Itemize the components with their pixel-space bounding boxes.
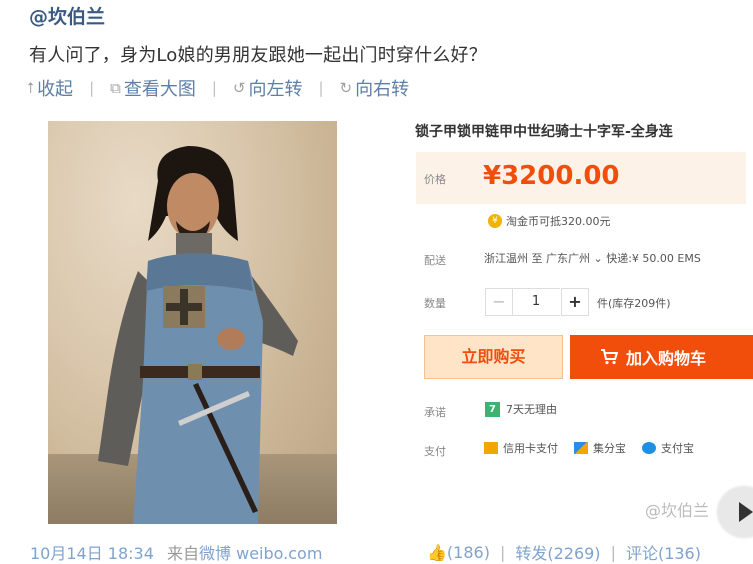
credit-card-icon <box>484 442 498 454</box>
seven-day-icon: 7 <box>485 401 500 417</box>
payment-alipay-label: 支付宝 <box>661 442 694 455</box>
payment-alipay[interactable]: 支付宝 <box>642 440 694 456</box>
coin-text: 淘金币可抵320.00元 <box>506 215 611 228</box>
post-source-link[interactable]: 微博 weibo.com <box>199 544 322 563</box>
image-actions-bar: ⭡ 收起 | ⧉ 查看大图 | ↺ 向左转 | ↻ 向右转 <box>27 75 409 101</box>
separator: | <box>610 542 616 562</box>
knight-figure-illustration <box>98 146 298 524</box>
price-label: 价格 <box>424 173 446 186</box>
payment-methods: 信用卡支付 集分宝 支付宝 <box>484 440 710 456</box>
cart-icon <box>601 349 618 365</box>
post-username[interactable]: @坎伯兰 <box>29 2 105 29</box>
jifenbao-icon <box>574 442 588 454</box>
promise-label: 承诺 <box>424 406 446 419</box>
repost-button[interactable]: 转发(2269) <box>515 540 600 564</box>
return-promise[interactable]: 7 7天无理由 <box>485 401 557 417</box>
rotate-left-button[interactable]: ↺ 向左转 <box>233 75 303 101</box>
post-text: 有人问了，身为Lo娘的男朋友跟她一起出门时穿什么好？ <box>29 45 487 66</box>
source-prefix: 来自 <box>167 544 200 563</box>
price-panel: 价格 ¥3200.00 <box>416 152 746 204</box>
separator: | <box>89 79 95 97</box>
collapse-up-icon: ⭡ <box>27 79 35 97</box>
add-to-cart-label: 加入购物车 <box>626 349 707 368</box>
view-large-label: 查看大图 <box>123 79 196 100</box>
post-meta: 10月14日 18:34 来自微博 weibo.com <box>30 540 322 564</box>
quantity-decrease-button[interactable]: − <box>485 288 513 316</box>
separator: | <box>499 542 506 562</box>
thumbs-up-icon: 👍 <box>427 542 447 562</box>
post-date[interactable]: 10月14日 18:34 <box>30 544 154 563</box>
collapse-label: 收起 <box>37 79 74 100</box>
add-to-cart-button[interactable]: 加入购物车 <box>570 335 753 379</box>
rotate-left-label: 向左转 <box>248 79 303 100</box>
taobao-coin-row: ¥ 淘金币可抵320.00元 <box>488 213 611 229</box>
alipay-icon <box>642 442 656 454</box>
payment-jifenbao-label: 集分宝 <box>593 442 626 455</box>
rotate-right-icon: ↻ <box>339 79 353 97</box>
coin-icon: ¥ <box>488 214 502 228</box>
shipping-label: 配送 <box>424 254 446 267</box>
rotate-left-icon: ↺ <box>232 79 246 97</box>
shipping-info[interactable]: 浙江温州 至 广东广州 ⌄ 快递:¥ 50.00 EMS <box>484 250 701 266</box>
payment-label: 支付 <box>424 445 446 458</box>
quantity-input[interactable]: 1 <box>512 288 560 316</box>
view-large-button[interactable]: ⧉ 查看大图 <box>110 75 196 101</box>
like-button[interactable]: 👍(186) <box>427 543 490 562</box>
separator: | <box>318 79 324 97</box>
view-large-icon: ⧉ <box>110 79 121 97</box>
payment-credit-card[interactable]: 信用卡支付 <box>484 440 558 456</box>
price-value: ¥3200.00 <box>483 161 620 191</box>
post-engagement: 👍(186) | 转发(2269) | 评论(136) <box>427 540 701 564</box>
quantity-increase-button[interactable]: + <box>561 288 589 316</box>
comment-button[interactable]: 评论(136) <box>626 540 701 564</box>
like-count: (186) <box>446 542 490 562</box>
payment-jifenbao[interactable]: 集分宝 <box>574 440 626 456</box>
buy-now-button[interactable]: 立即购买 <box>424 335 563 379</box>
payment-credit-card-label: 信用卡支付 <box>503 442 558 455</box>
promise-text: 7天无理由 <box>506 403 557 416</box>
play-icon[interactable] <box>718 487 753 537</box>
separator: | <box>211 79 217 97</box>
image-watermark: @坎伯兰 <box>645 501 710 520</box>
product-title[interactable]: 锁子甲锁甲链甲中世纪骑士十字军-全身连 <box>415 121 735 141</box>
stock-info: 件(库存209件) <box>597 297 671 310</box>
rotate-right-label: 向右转 <box>355 79 410 100</box>
product-photo[interactable] <box>48 121 337 524</box>
collapse-button[interactable]: ⭡ 收起 <box>27 75 73 101</box>
rotate-right-button[interactable]: ↻ 向右转 <box>340 75 410 101</box>
quantity-label: 数量 <box>424 297 446 310</box>
